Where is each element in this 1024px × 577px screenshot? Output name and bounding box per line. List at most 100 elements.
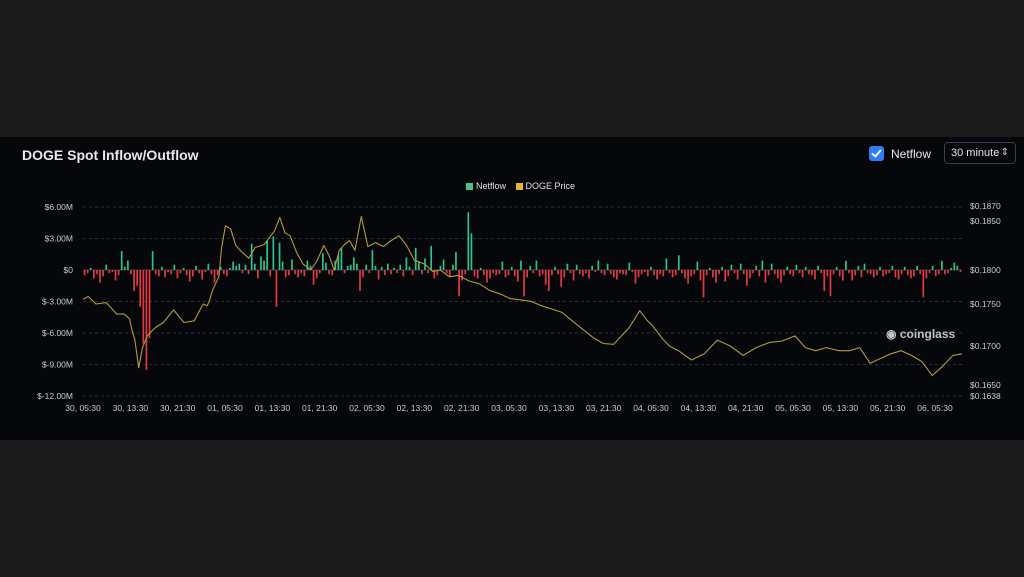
netflow-bar [411, 270, 414, 276]
netflow-bar [232, 261, 234, 270]
netflow-bar [628, 262, 631, 270]
netflow-bar [755, 265, 758, 270]
left-tick-label: $3.00M [45, 234, 73, 244]
left-tick-label: $0 [64, 265, 74, 275]
netflow-bar [835, 266, 838, 270]
netflow-bar [563, 270, 566, 278]
netflow-bar [841, 270, 844, 281]
x-tick-label: 06, 05:30 [917, 403, 953, 413]
netflow-bar [448, 270, 451, 277]
netflow-bar [294, 270, 296, 275]
x-tick-label: 05, 13:30 [823, 403, 859, 413]
right-tick-label: $0.1638 [970, 391, 1001, 401]
netflow-bar [798, 270, 801, 274]
right-tick-label: $0.1800 [970, 265, 1001, 275]
netflow-bar [544, 270, 547, 285]
netflow-bar [817, 265, 819, 270]
netflow-bar [724, 270, 727, 282]
netflow-bar [560, 270, 563, 287]
netflow-bar [114, 270, 117, 281]
netflow-bar [520, 260, 522, 270]
netflow-bar [517, 270, 519, 282]
netflow-bar [365, 264, 368, 270]
netflow-bar [476, 270, 479, 279]
netflow-bar [662, 270, 665, 277]
netflow-bar [668, 270, 671, 274]
netflow-bar [120, 251, 123, 270]
netflow-bar [383, 270, 386, 276]
x-tick-label: 03, 05:30 [491, 403, 527, 413]
netflow-bar [684, 270, 686, 279]
netflow-bar [619, 270, 621, 274]
netflow-bar [811, 270, 813, 276]
netflow-bar [934, 270, 937, 277]
netflow-bar [117, 270, 120, 276]
netflow-bar [439, 265, 442, 270]
netflow-bar [647, 270, 649, 277]
netflow-bar [272, 236, 275, 270]
netflow-bar [393, 267, 395, 270]
netflow-bar [130, 270, 132, 275]
x-tick-label: 01, 13:30 [255, 403, 291, 413]
netflow-bar [238, 263, 241, 270]
netflow-bar [498, 270, 501, 275]
netflow-bar [461, 270, 463, 281]
netflow-bar [708, 267, 711, 270]
netflow-bar [492, 270, 494, 274]
right-tick-label: $0.1700 [970, 341, 1001, 351]
netflow-bar [913, 270, 915, 277]
x-tick-label: 30, 21:30 [160, 403, 196, 413]
netflow-bar [535, 260, 538, 270]
x-tick-label: 04, 05:30 [633, 403, 669, 413]
netflow-bar [507, 270, 510, 276]
netflow-bar [922, 270, 925, 298]
netflow-bar [235, 265, 238, 270]
netflow-bar [600, 270, 603, 274]
netflow-bar [650, 266, 652, 270]
netflow-bar [780, 270, 782, 283]
netflow-bar [102, 270, 104, 277]
netflow-bar [139, 270, 142, 307]
netflow-bar [826, 270, 829, 277]
netflow-bar [226, 270, 228, 277]
netflow-bar [776, 270, 779, 279]
netflow-bar [229, 267, 231, 270]
right-tick-label: $0.1650 [970, 380, 1001, 390]
netflow-bar [328, 270, 330, 275]
netflow-bar [959, 270, 962, 273]
netflow-bar [349, 264, 352, 270]
x-tick-label: 04, 21:30 [728, 403, 764, 413]
netflow-bar [250, 243, 253, 270]
netflow-bar [807, 270, 810, 275]
netflow-bar [699, 270, 702, 281]
netflow-bar [674, 270, 677, 276]
netflow-bar [854, 270, 857, 276]
netflow-bar [857, 265, 860, 270]
netflow-bar [182, 267, 185, 270]
netflow-bar [482, 270, 485, 276]
netflow-bar [371, 250, 374, 270]
x-tick-label: 02, 05:30 [349, 403, 385, 413]
netflow-bar [894, 270, 897, 278]
netflow-bar [575, 264, 578, 270]
netflow-bar [89, 267, 92, 270]
netflow-bar [616, 270, 618, 280]
netflow-bar [455, 252, 457, 270]
netflow-bar [832, 270, 835, 275]
x-tick-label: 04, 13:30 [681, 403, 717, 413]
netflow-bar [801, 270, 804, 278]
netflow-bar [486, 270, 488, 283]
netflow-bar [838, 270, 841, 277]
netflow-bar [213, 270, 216, 283]
netflow-bar [659, 270, 662, 275]
netflow-bar [721, 266, 723, 270]
netflow-bar [591, 265, 593, 270]
netflow-bar [222, 270, 225, 275]
netflow-bar [368, 270, 371, 274]
netflow-bar [192, 270, 194, 277]
netflow-bar [380, 266, 383, 270]
netflow-bar [452, 264, 454, 270]
netflow-bar [823, 270, 826, 291]
netflow-bar [445, 270, 448, 274]
netflow-bar [421, 270, 423, 275]
